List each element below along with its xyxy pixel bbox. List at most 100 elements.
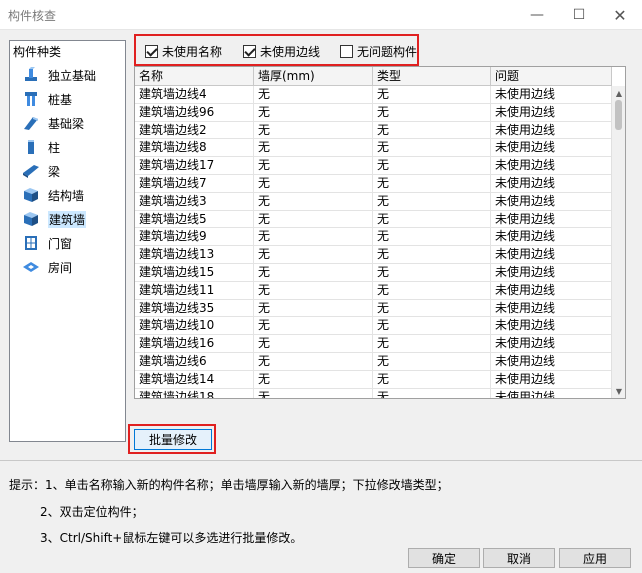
cell-thickness[interactable]: 无 xyxy=(254,86,373,104)
cell-type[interactable]: 无 xyxy=(373,86,491,104)
table-row[interactable]: 建筑墙边线6 无无未使用边线 xyxy=(135,352,612,371)
cell-name[interactable]: 建筑墙边线10 xyxy=(135,317,254,336)
table-row[interactable]: 建筑墙边线96 无无未使用边线 xyxy=(135,103,612,122)
cell-issue[interactable]: 未使用边线 xyxy=(491,335,612,353)
table-row[interactable]: 建筑墙边线14 无无未使用边线 xyxy=(135,370,612,389)
cell-type[interactable]: 无 xyxy=(373,210,491,229)
cell-thickness[interactable]: 无 xyxy=(254,317,373,336)
filter-no-issue-checkbox[interactable]: 无问题构件 xyxy=(340,43,417,60)
cell-type[interactable]: 无 xyxy=(373,174,491,193)
table-row[interactable]: 建筑墙边线18 无无未使用边线 xyxy=(135,388,612,398)
cell-issue[interactable]: 未使用边线 xyxy=(491,192,612,211)
close-button[interactable]: ✕ xyxy=(597,0,642,30)
table-row[interactable]: 建筑墙边线7 无无未使用边线 xyxy=(135,174,612,193)
cell-type[interactable]: 无 xyxy=(373,317,491,336)
tree-item-door-window[interactable]: 门窗 xyxy=(22,233,72,253)
table-row[interactable]: 建筑墙边线16 无无未使用边线 xyxy=(135,335,612,353)
batch-edit-button[interactable]: 批量修改 xyxy=(134,429,212,450)
cell-issue[interactable]: 未使用边线 xyxy=(491,86,612,104)
cell-name[interactable]: 建筑墙边线8 xyxy=(135,139,254,158)
cell-type[interactable]: 无 xyxy=(373,352,491,371)
cell-thickness[interactable]: 无 xyxy=(254,335,373,353)
cell-issue[interactable]: 未使用边线 xyxy=(491,370,612,389)
cell-thickness[interactable]: 无 xyxy=(254,157,373,175)
cell-name[interactable]: 建筑墙边线11 xyxy=(135,281,254,300)
tree-item-pile[interactable]: 桩基 xyxy=(22,89,72,109)
cell-name[interactable]: 建筑墙边线6 xyxy=(135,352,254,371)
filter-unused-edge-checkbox[interactable]: 未使用边线 xyxy=(243,43,320,60)
cell-type[interactable]: 无 xyxy=(373,228,491,247)
scroll-thumb[interactable] xyxy=(615,100,622,130)
column-header-type[interactable]: 类型 xyxy=(373,67,491,86)
tree-item-foundation-beam[interactable]: 基础梁 xyxy=(22,113,84,133)
table-row[interactable]: 建筑墙边线8 无无未使用边线 xyxy=(135,139,612,158)
table-row[interactable]: 建筑墙边线4 无无未使用边线 xyxy=(135,86,612,104)
maximize-button[interactable]: ☐ xyxy=(556,0,602,30)
cell-thickness[interactable]: 无 xyxy=(254,263,373,282)
cell-name[interactable]: 建筑墙边线14 xyxy=(135,370,254,389)
cell-type[interactable]: 无 xyxy=(373,281,491,300)
table-row[interactable]: 建筑墙边线3 无无未使用边线 xyxy=(135,192,612,211)
cell-issue[interactable]: 未使用边线 xyxy=(491,299,612,318)
cell-name[interactable]: 建筑墙边线4 xyxy=(135,86,254,104)
column-header-name[interactable]: 名称 xyxy=(135,67,254,86)
cell-issue[interactable]: 未使用边线 xyxy=(491,210,612,229)
cell-issue[interactable]: 未使用边线 xyxy=(491,139,612,158)
cell-issue[interactable]: 未使用边线 xyxy=(491,103,612,122)
cell-name[interactable]: 建筑墙边线16 xyxy=(135,335,254,353)
tree-item-architectural-wall[interactable]: 建筑墙 xyxy=(22,209,87,229)
cell-name[interactable]: 建筑墙边线7 xyxy=(135,174,254,193)
cell-thickness[interactable]: 无 xyxy=(254,246,373,264)
cell-type[interactable]: 无 xyxy=(373,103,491,122)
table-row[interactable]: 建筑墙边线2 无无未使用边线 xyxy=(135,121,612,140)
cell-thickness[interactable]: 无 xyxy=(254,388,373,398)
table-row[interactable]: 建筑墙边线11 无无未使用边线 xyxy=(135,281,612,300)
tree-item-room[interactable]: 房间 xyxy=(22,257,72,277)
scroll-down-icon[interactable]: ▼ xyxy=(612,384,625,398)
cell-thickness[interactable]: 无 xyxy=(254,299,373,318)
tree-item-beam[interactable]: 梁 xyxy=(22,161,60,181)
cell-name[interactable]: 建筑墙边线15 xyxy=(135,263,254,282)
cell-issue[interactable]: 未使用边线 xyxy=(491,281,612,300)
cell-type[interactable]: 无 xyxy=(373,157,491,175)
cell-name[interactable]: 建筑墙边线17 xyxy=(135,157,254,175)
table-row[interactable]: 建筑墙边线15 无无未使用边线 xyxy=(135,263,612,282)
table-row[interactable]: 建筑墙边线10 无无未使用边线 xyxy=(135,317,612,336)
cell-name[interactable]: 建筑墙边线13 xyxy=(135,246,254,264)
cell-thickness[interactable]: 无 xyxy=(254,352,373,371)
cell-thickness[interactable]: 无 xyxy=(254,281,373,300)
scroll-up-icon[interactable]: ▲ xyxy=(612,86,625,100)
cell-thickness[interactable]: 无 xyxy=(254,370,373,389)
cell-thickness[interactable]: 无 xyxy=(254,210,373,229)
table-row[interactable]: 建筑墙边线9 无无未使用边线 xyxy=(135,228,612,247)
cell-issue[interactable]: 未使用边线 xyxy=(491,317,612,336)
table-row[interactable]: 建筑墙边线13 无无未使用边线 xyxy=(135,246,612,264)
cell-type[interactable]: 无 xyxy=(373,299,491,318)
tree-item-column[interactable]: 柱 xyxy=(22,137,60,157)
cell-type[interactable]: 无 xyxy=(373,263,491,282)
cell-issue[interactable]: 未使用边线 xyxy=(491,228,612,247)
cell-name[interactable]: 建筑墙边线5 xyxy=(135,210,254,229)
tree-item-isolated-foundation[interactable]: 独立基础 xyxy=(22,65,96,85)
column-header-thickness[interactable]: 墙厚(mm) xyxy=(254,67,373,86)
cell-name[interactable]: 建筑墙边线9 xyxy=(135,228,254,247)
cancel-button[interactable]: 取消 xyxy=(483,548,555,568)
cell-name[interactable]: 建筑墙边线3 xyxy=(135,192,254,211)
cell-name[interactable]: 建筑墙边线18 xyxy=(135,388,254,398)
apply-button[interactable]: 应用 xyxy=(559,548,631,568)
cell-type[interactable]: 无 xyxy=(373,370,491,389)
filter-unused-name-checkbox[interactable]: 未使用名称 xyxy=(145,43,222,60)
cell-type[interactable]: 无 xyxy=(373,335,491,353)
cell-issue[interactable]: 未使用边线 xyxy=(491,121,612,140)
cell-issue[interactable]: 未使用边线 xyxy=(491,388,612,398)
cell-thickness[interactable]: 无 xyxy=(254,228,373,247)
cell-type[interactable]: 无 xyxy=(373,388,491,398)
cell-type[interactable]: 无 xyxy=(373,139,491,158)
minimize-button[interactable]: — xyxy=(514,0,560,30)
tree-item-structural-wall[interactable]: 结构墙 xyxy=(22,185,84,205)
cell-issue[interactable]: 未使用边线 xyxy=(491,263,612,282)
cell-thickness[interactable]: 无 xyxy=(254,121,373,140)
cell-name[interactable]: 建筑墙边线2 xyxy=(135,121,254,140)
table-row[interactable]: 建筑墙边线17 无无未使用边线 xyxy=(135,157,612,175)
cell-issue[interactable]: 未使用边线 xyxy=(491,157,612,175)
